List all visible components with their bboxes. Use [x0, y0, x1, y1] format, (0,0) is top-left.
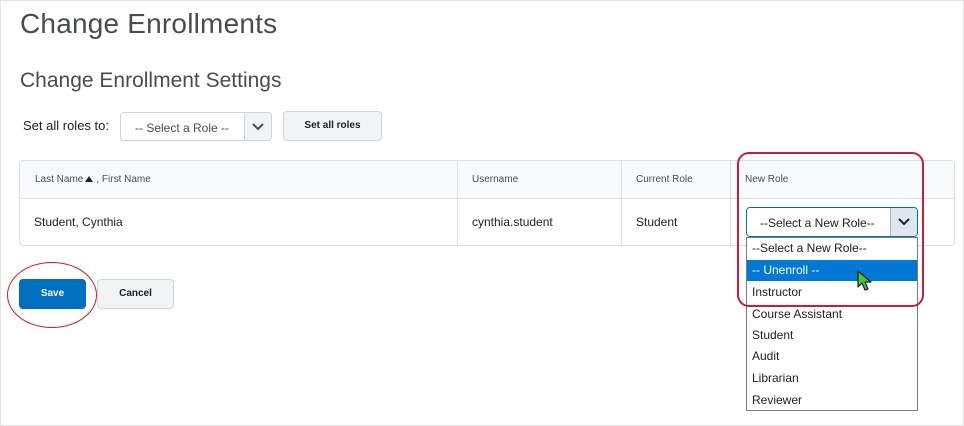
sort-ascending-icon [85, 176, 94, 182]
dropdown-option-reviewer[interactable]: Reviewer [747, 390, 917, 411]
section-title: Change Enrollment Settings [20, 69, 282, 92]
save-highlight-annotation [7, 262, 97, 328]
header-first-name[interactable]: , First Name [96, 174, 150, 185]
cell-name: Student, Cynthia [34, 215, 123, 229]
set-all-roles-select[interactable]: -- Select a Role -- [120, 112, 272, 141]
dropdown-option-student[interactable]: Student [747, 325, 917, 346]
header-current-role: Current Role [636, 174, 693, 185]
set-all-roles-label: Set all roles to: [23, 118, 109, 133]
header-name: Last Name , First Name [35, 174, 151, 185]
column-divider [730, 161, 731, 245]
dropdown-option-course-assistant[interactable]: Course Assistant [747, 304, 917, 325]
dropdown-option-librarian[interactable]: Librarian [747, 368, 917, 389]
header-username: Username [472, 174, 519, 185]
dropdown-option-audit[interactable]: Audit [747, 346, 917, 367]
column-divider [457, 161, 458, 245]
cell-current-role: Student [636, 215, 678, 229]
cancel-button[interactable]: Cancel [97, 279, 174, 309]
set-all-roles-button[interactable]: Set all roles [283, 111, 382, 141]
new-role-highlight-annotation [737, 152, 924, 307]
mouse-cursor-icon [857, 270, 872, 291]
set-all-roles-select-value: -- Select a Role -- [135, 121, 230, 135]
cell-username: cynthia.student [472, 215, 553, 229]
column-divider [621, 161, 622, 245]
chevron-down-icon [244, 113, 271, 140]
header-last-name[interactable]: Last Name [35, 174, 83, 185]
page-title: Change Enrollments [20, 8, 278, 39]
